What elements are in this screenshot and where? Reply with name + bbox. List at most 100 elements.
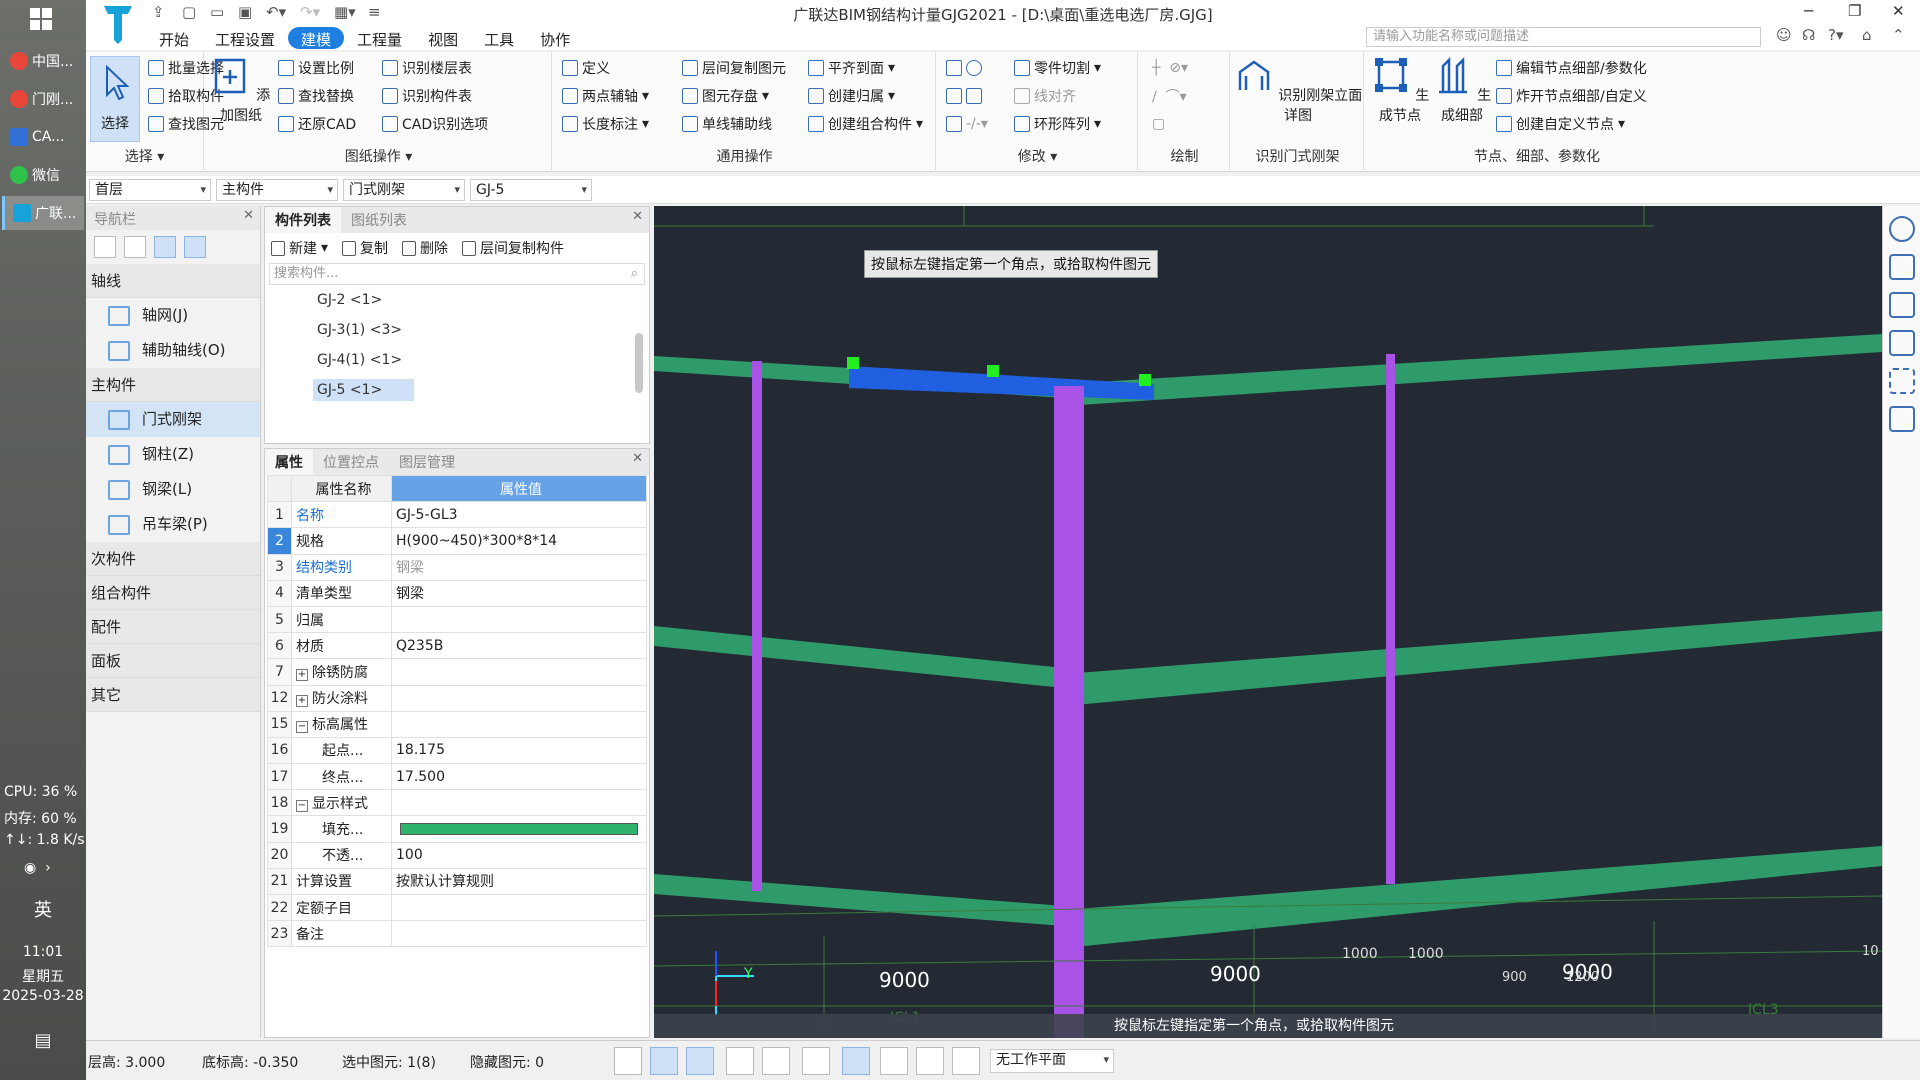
recognize-frame-elevation-button[interactable]: 识别刚架立面详图 <box>1232 56 1364 125</box>
list-item-selected[interactable]: GJ-5 <1> <box>265 375 649 405</box>
delete-component-button[interactable]: 删除 <box>402 238 448 258</box>
nav-item-aux-axis[interactable]: 辅助轴线(O) <box>86 333 260 368</box>
component-list-scrollbar[interactable] <box>635 333 643 393</box>
part-cut-button[interactable]: 零件切割 ▾ <box>1014 56 1101 80</box>
define-button[interactable]: 定义 <box>562 56 610 80</box>
ortho-toggle-icon[interactable] <box>614 1047 642 1075</box>
skin-icon[interactable]: ⌂ <box>1862 26 1872 44</box>
list-item[interactable]: GJ-4(1) <1> <box>265 345 649 375</box>
nav-item-portal-frame[interactable]: 门式刚架 <box>86 402 260 437</box>
single-line-guide-button[interactable]: 单线辅助线 <box>682 112 772 136</box>
nav-item-crane-beam[interactable]: 吊车梁(P) <box>86 507 260 542</box>
curve-icon[interactable] <box>952 1047 980 1075</box>
notification-icon[interactable]: ▤ <box>0 1030 86 1051</box>
collapse-ribbon-icon[interactable]: ⌃ <box>1892 26 1905 44</box>
delete-tool-icon[interactable] <box>946 56 982 80</box>
nav-list-icon[interactable] <box>154 236 176 258</box>
collapse-icon[interactable]: − <box>296 799 308 812</box>
tab-drawing-list[interactable]: 图纸列表 <box>341 207 417 233</box>
orbit-icon[interactable] <box>1888 216 1915 242</box>
cad-recognize-options-button[interactable]: CAD识别选项 <box>382 112 488 136</box>
minimize-button[interactable]: ─ <box>1804 2 1813 20</box>
tray-wechat-icon[interactable]: ◉ › <box>0 860 86 876</box>
component-list-close-icon[interactable]: ✕ <box>632 209 643 224</box>
list-item[interactable]: GJ-3(1) <3> <box>265 315 649 345</box>
draw-point-icon[interactable]: ┼ ⊘▾ <box>1152 56 1188 80</box>
floor-copy-element-button[interactable]: 层间复制图元 <box>682 56 786 80</box>
user-icon[interactable]: ☺ <box>1776 26 1792 44</box>
menu-modeling[interactable]: 建模 <box>288 27 345 49</box>
find-replace-button[interactable]: 查找替换 <box>278 84 354 108</box>
beam[interactable] <box>1064 611 1882 706</box>
table-row[interactable]: 12 + 防火涂料 <box>267 684 647 712</box>
table-row[interactable]: 18− 显示样式 <box>267 789 647 817</box>
component-select[interactable]: GJ-5 <box>470 179 592 201</box>
table-row[interactable]: 23 备注 <box>267 920 647 948</box>
select-mode-icon[interactable] <box>650 1047 678 1075</box>
table-row[interactable]: 17 终点... 17.500 <box>267 763 647 791</box>
ime-indicator[interactable]: 英 <box>0 896 86 922</box>
align-to-face-button[interactable]: 平齐到面 ▾ <box>808 56 895 80</box>
generate-node-button[interactable]: 生成节点 <box>1370 56 1430 125</box>
table-row[interactable]: 15− 标高属性 <box>267 710 647 738</box>
table-row[interactable]: 21 计算设置 按默认计算规则 <box>267 867 647 896</box>
restore-cad-button[interactable]: 还原CAD <box>278 112 356 136</box>
floor-select[interactable]: 首层 <box>89 179 211 201</box>
column[interactable] <box>1386 354 1395 884</box>
column[interactable] <box>752 361 762 891</box>
table-row[interactable]: 20 不透... 100 <box>267 841 647 869</box>
selected-beam[interactable] <box>849 366 1154 400</box>
nav-item-axis-grid[interactable]: 轴网(J) <box>86 298 260 333</box>
menu-tools[interactable]: 工具 <box>471 27 527 49</box>
beam[interactable] <box>654 626 1064 688</box>
copy-component-button[interactable]: 复制 <box>342 238 388 258</box>
explode-node-detail-button[interactable]: 炸开节点细部/自定义 <box>1496 84 1647 108</box>
table-row[interactable]: 16 起点... 18.175 <box>267 736 647 765</box>
beam[interactable] <box>1064 334 1882 406</box>
add-drawing-button[interactable]: 添加图纸 <box>208 56 274 125</box>
select-tool-button[interactable]: 选择 <box>90 56 140 142</box>
taskbar-app-chrome-2[interactable]: 门刚... <box>2 82 84 116</box>
edit-node-detail-button[interactable]: 编辑节点细部/参数化 <box>1496 56 1647 80</box>
nav-category-panel[interactable]: 面板 <box>86 644 260 678</box>
nav-category-secondary[interactable]: 次构件 <box>86 542 260 576</box>
tab-layer-management[interactable]: 图层管理 <box>389 449 465 475</box>
table-row[interactable]: 4 清单类型 钢梁 <box>267 579 647 607</box>
dynamic-input-icon[interactable] <box>842 1047 870 1075</box>
nav-category-other[interactable]: 其它 <box>86 678 260 712</box>
create-custom-node-button[interactable]: 创建自定义节点 ▾ <box>1496 112 1625 136</box>
nav-category-axis[interactable]: 轴线 <box>86 264 260 298</box>
expand-icon[interactable]: + <box>296 668 308 681</box>
taskbar-app-glodon[interactable]: 广联... <box>2 196 84 230</box>
nav-close-icon[interactable]: ✕ <box>243 208 254 223</box>
recognize-floor-table-button[interactable]: 识别楼层表 <box>382 56 472 80</box>
table-row[interactable]: 22 定额子目 <box>267 893 647 922</box>
two-point-axis-button[interactable]: 两点辅轴 ▾ <box>562 84 649 108</box>
table-row[interactable]: 5 归属 <box>267 605 647 634</box>
table-row[interactable]: 2 规格 H(900~450)*300*8*14 <box>267 527 647 555</box>
taskbar-app-wechat[interactable]: 微信 <box>2 158 84 192</box>
2d-view-icon[interactable] <box>1888 254 1915 280</box>
nav-item-steel-beam[interactable]: 钢梁(L) <box>86 472 260 507</box>
component-subtype-select[interactable]: 门式刚架 <box>343 179 465 201</box>
fit-view-icon[interactable] <box>1888 368 1915 394</box>
table-row[interactable]: 7 + 除锈防腐 <box>267 658 647 686</box>
taskbar-app-chrome-1[interactable]: 中国... <box>2 44 84 78</box>
maximize-button[interactable]: ❐ <box>1848 2 1861 20</box>
support-icon[interactable]: ☊ <box>1802 26 1815 44</box>
nav-item-steel-column[interactable]: 钢柱(Z) <box>86 437 260 472</box>
menu-start[interactable]: 开始 <box>146 27 202 49</box>
circular-array-button[interactable]: 环形阵列 ▾ <box>1014 112 1101 136</box>
create-combined-component-button[interactable]: 创建组合构件 ▾ <box>808 112 923 136</box>
fill-color-swatch[interactable] <box>400 823 638 836</box>
draw-line-icon[interactable]: ∕ ⌒▾ <box>1152 84 1187 108</box>
nav-grid-icon[interactable] <box>124 236 146 258</box>
view-cube-icon[interactable] <box>1888 330 1915 356</box>
line-align-button[interactable]: 线对齐 <box>1014 84 1076 108</box>
set-scale-button[interactable]: 设置比例 <box>278 56 354 80</box>
column-main[interactable] <box>1054 386 1084 1038</box>
grip-point[interactable] <box>1139 374 1151 386</box>
model-canvas[interactable] <box>654 206 1882 1038</box>
workplane-select[interactable]: 无工作平面 <box>990 1049 1114 1073</box>
table-row[interactable]: 6 材质 Q235B <box>267 632 647 660</box>
